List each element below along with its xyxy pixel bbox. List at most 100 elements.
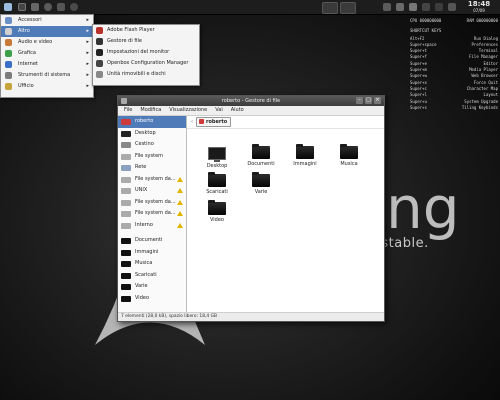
terminal-launcher-icon[interactable] bbox=[17, 2, 27, 12]
sidebar-item[interactable]: Video bbox=[118, 293, 186, 305]
chevron-right-icon: ▸ bbox=[86, 17, 89, 23]
sidebar-item[interactable]: File system da... bbox=[118, 208, 186, 220]
path-button-home[interactable]: roberto bbox=[196, 117, 232, 127]
sidebar-item-label: Desktop bbox=[135, 129, 156, 136]
window-titlebar[interactable]: roberto - Gestore di file – □ × bbox=[118, 96, 384, 106]
file-item-label: Varie bbox=[254, 189, 268, 195]
eject-icon[interactable] bbox=[177, 199, 183, 205]
desktop-icon bbox=[208, 147, 226, 162]
app-icon bbox=[96, 60, 103, 67]
menu-item-accessori[interactable]: Accessori ▸ bbox=[1, 15, 93, 26]
submenu-item[interactable]: Gestore di file bbox=[93, 36, 199, 47]
clock[interactable]: 18:48 07/09 bbox=[464, 0, 494, 13]
sidebar-item[interactable]: File system da... bbox=[118, 174, 186, 186]
menu-item-altro[interactable]: Altro ▸ bbox=[1, 26, 93, 37]
sidebar-item[interactable]: Scaricati bbox=[118, 270, 186, 282]
submenu-item[interactable]: Impostazioni del monitor bbox=[93, 47, 199, 58]
chevron-right-icon: ▸ bbox=[86, 83, 89, 89]
menu-item-label: Audio e video bbox=[18, 39, 53, 45]
category-icon bbox=[5, 50, 12, 57]
editor-launcher-icon[interactable] bbox=[56, 2, 66, 12]
category-icon bbox=[5, 83, 12, 90]
sidebar-item[interactable]: Interno bbox=[118, 220, 186, 232]
menu-item-label: Grafica bbox=[18, 50, 36, 56]
folder-icon bbox=[252, 144, 270, 159]
file-manager-launcher-icon[interactable] bbox=[30, 2, 40, 12]
drive-icon bbox=[121, 188, 131, 194]
menu-item-ufficio[interactable]: Ufficio ▸ bbox=[1, 81, 93, 92]
close-button[interactable]: × bbox=[374, 97, 381, 104]
eject-icon[interactable] bbox=[177, 211, 183, 216]
category-icon bbox=[5, 17, 12, 24]
menubar-item[interactable]: Aiuto bbox=[231, 106, 244, 115]
sidebar-item-label: Video bbox=[135, 294, 150, 301]
sidebar-item-label: File system bbox=[135, 152, 164, 159]
clock-date: 07/09 bbox=[473, 8, 485, 13]
battery-tray-icon[interactable] bbox=[421, 2, 431, 12]
ram-value: 000000000 bbox=[476, 18, 498, 23]
sidebar-item[interactable]: Cestino bbox=[118, 139, 186, 151]
application-menu: Accessori ▸ Altro ▸ Audio e video ▸ Grafica ▸ In… bbox=[0, 14, 94, 98]
sidebar-item[interactable]: UNIX bbox=[118, 185, 186, 197]
category-icon bbox=[5, 28, 12, 35]
workspace-switcher[interactable] bbox=[340, 2, 356, 14]
sidebar-item[interactable]: roberto bbox=[118, 116, 186, 128]
file-item[interactable]: Musica bbox=[329, 144, 369, 167]
file-manager-window: roberto - Gestore di file – □ × File Modi… bbox=[117, 95, 385, 322]
menu-item-label: Accessori bbox=[18, 17, 42, 23]
file-item[interactable]: Documenti bbox=[241, 144, 281, 167]
file-item[interactable]: Varie bbox=[241, 172, 281, 195]
player-launcher-icon[interactable] bbox=[69, 2, 79, 12]
conky-overlay: CPU 000000000 RAM 000000000 SHORTCUT KEY… bbox=[410, 18, 498, 111]
menu-item-strumenti-di-sistema[interactable]: Strumenti di sistema ▸ bbox=[1, 70, 93, 81]
taskbar-window-button[interactable] bbox=[322, 2, 338, 14]
status-bar: 7 elementi (28,0 kB), spazio libero: 18,… bbox=[118, 312, 384, 321]
sidebar-item[interactable]: Musica bbox=[118, 258, 186, 270]
file-item[interactable]: Desktop bbox=[197, 146, 237, 169]
file-item-label: Immagini bbox=[293, 161, 317, 167]
minimize-button[interactable]: – bbox=[356, 97, 363, 104]
sidebar-item[interactable]: Rete bbox=[118, 162, 186, 174]
power-tray-icon[interactable] bbox=[434, 2, 444, 12]
eject-icon[interactable] bbox=[177, 222, 183, 228]
file-item[interactable]: Scaricati bbox=[197, 172, 237, 195]
sidebar-item[interactable]: Documenti bbox=[118, 235, 186, 247]
sidebar-item[interactable]: Desktop bbox=[118, 128, 186, 140]
sidebar-item-label: File system da... bbox=[135, 198, 176, 205]
app-menu-icon[interactable] bbox=[3, 2, 13, 12]
sidebar-item[interactable]: File system bbox=[118, 151, 186, 163]
network-tray-icon[interactable] bbox=[382, 2, 392, 12]
menubar-item[interactable]: File bbox=[124, 106, 132, 115]
update-tray-icon[interactable] bbox=[408, 2, 418, 12]
menubar-item[interactable]: Vai bbox=[215, 106, 223, 115]
sidebar-item[interactable]: Varie bbox=[118, 281, 186, 293]
file-item[interactable]: Immagini bbox=[285, 144, 325, 167]
eject-icon[interactable] bbox=[177, 176, 183, 182]
back-arrow-icon[interactable]: ‹ bbox=[191, 119, 193, 125]
submenu-item[interactable]: Unità rimovibili e dischi bbox=[93, 69, 199, 80]
sidebar-item[interactable]: File system da... bbox=[118, 197, 186, 209]
user-tray-icon[interactable] bbox=[447, 2, 457, 12]
sidebar-item-label: Cestino bbox=[135, 141, 154, 147]
maximize-button[interactable]: □ bbox=[365, 97, 372, 104]
menubar-item[interactable]: Modifica bbox=[140, 106, 161, 115]
place-icon bbox=[121, 238, 131, 244]
eject-icon[interactable] bbox=[177, 188, 183, 193]
menu-item-grafica[interactable]: Grafica ▸ bbox=[1, 48, 93, 59]
drive-icon bbox=[121, 176, 131, 183]
sidebar-item-label: roberto bbox=[135, 118, 154, 124]
browser-launcher-icon[interactable] bbox=[43, 2, 53, 12]
menubar-item[interactable]: Visualizzazione bbox=[169, 106, 207, 115]
file-item-label: Scaricati bbox=[206, 189, 228, 195]
drive-icon bbox=[121, 222, 131, 229]
menu-item-internet[interactable]: Internet ▸ bbox=[1, 59, 93, 70]
file-item[interactable]: Video bbox=[197, 200, 237, 223]
file-item-label: Video bbox=[209, 217, 224, 223]
shortcut-action: Tiling Keybinds bbox=[461, 104, 498, 110]
submenu-item[interactable]: Openbox Configuration Manager bbox=[93, 58, 199, 69]
chevron-right-icon: ▸ bbox=[86, 39, 89, 45]
volume-tray-icon[interactable] bbox=[395, 2, 405, 12]
menu-item-audio-e-video[interactable]: Audio e video ▸ bbox=[1, 37, 93, 48]
sidebar-item[interactable]: Immagini bbox=[118, 247, 186, 259]
submenu-item[interactable]: Adobe Flash Player bbox=[93, 25, 199, 36]
